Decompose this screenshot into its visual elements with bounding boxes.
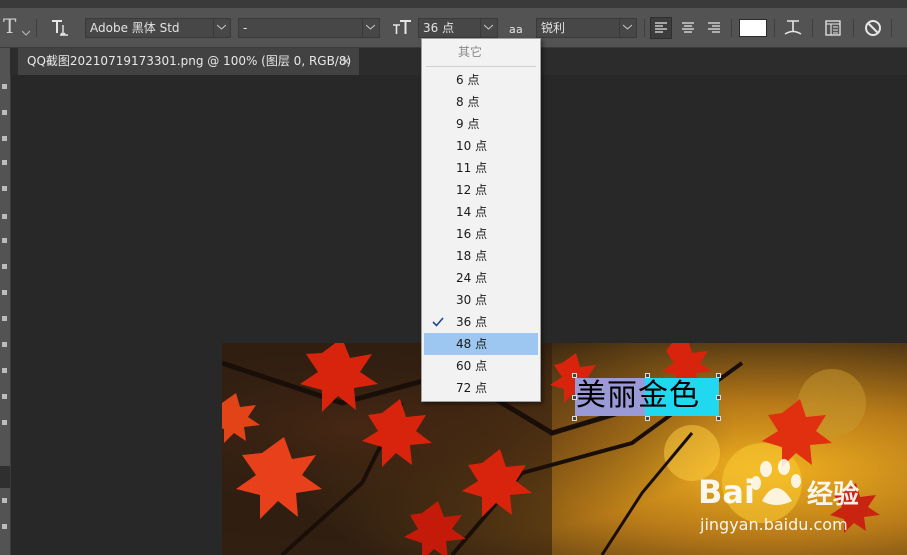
tool-button[interactable] (2, 290, 7, 295)
character-panel-icon[interactable] (823, 18, 843, 41)
menu-item-72[interactable]: 72 点 (424, 377, 538, 399)
tool-button[interactable] (2, 342, 7, 347)
type-tool-icon[interactable]: T (2, 14, 24, 40)
tool-button[interactable] (2, 160, 7, 165)
anti-alias-select[interactable]: 锐利 (536, 18, 637, 38)
canvas-text[interactable]: 美丽金色 (576, 376, 700, 416)
font-size-icon (392, 19, 412, 40)
transform-handle[interactable] (716, 395, 721, 400)
menu-item-60[interactable]: 60 点 (424, 355, 538, 377)
menu-item-8[interactable]: 8 点 (424, 91, 538, 113)
menu-item-24[interactable]: 24 点 (424, 267, 538, 289)
font-size-dropdown: 其它 6 点 8 点 9 点 10 点 11 点 12 点 14 点 16 点 … (421, 38, 541, 402)
font-style-select[interactable]: - (238, 18, 380, 38)
transform-handle[interactable] (645, 416, 650, 421)
tool-button[interactable] (2, 186, 7, 191)
menu-item-14[interactable]: 14 点 (424, 201, 538, 223)
text-color-swatch[interactable] (739, 19, 767, 37)
tool-button[interactable] (2, 238, 7, 243)
type-tool-button[interactable] (0, 466, 10, 488)
tool-button[interactable] (2, 394, 7, 399)
menu-item-11[interactable]: 11 点 (424, 157, 538, 179)
tool-button[interactable] (2, 264, 7, 269)
warp-text-icon[interactable] (783, 17, 803, 42)
anti-alias-icon: aa (509, 21, 527, 38)
font-size-select[interactable]: 36 点 (418, 18, 498, 38)
tool-button[interactable] (2, 84, 7, 89)
menu-item-48[interactable]: 48 点 (424, 333, 538, 355)
watermark-url: jingyan.baidu.com (700, 515, 848, 534)
transform-handle[interactable] (572, 373, 577, 378)
menu-item-10[interactable]: 10 点 (424, 135, 538, 157)
anti-alias-value: 锐利 (541, 21, 566, 35)
transform-handle[interactable] (716, 416, 721, 421)
menu-item-36-row[interactable]: 36 点 (424, 311, 538, 333)
menu-item-18[interactable]: 18 点 (424, 245, 538, 267)
svg-text:a: a (516, 23, 523, 35)
tool-button[interactable] (2, 110, 7, 115)
align-center-button[interactable] (677, 17, 699, 39)
cancel-icon[interactable] (863, 18, 883, 41)
tool-button[interactable] (2, 316, 7, 321)
close-icon[interactable]: × (341, 48, 351, 74)
document-tab-title: QQ截图20210719173301.png @ 100% (图层 0, RGB… (27, 54, 352, 68)
align-left-button[interactable] (650, 17, 672, 39)
chevron-down-icon[interactable] (480, 19, 497, 37)
text-layer-box[interactable]: 美丽金色 (572, 373, 721, 421)
watermark-brand-text: Bai (698, 473, 755, 511)
font-family-value: Adobe 黑体 Std (90, 21, 180, 35)
svg-text:T: T (3, 15, 17, 37)
watermark-brand: Bai 经验 (698, 473, 859, 511)
menu-header-other: 其它 (458, 45, 483, 59)
chevron-down-icon[interactable] (362, 19, 379, 37)
document-tab[interactable]: QQ截图20210719173301.png @ 100% (图层 0, RGB… (18, 48, 359, 75)
font-family-select[interactable]: Adobe 黑体 Std (85, 18, 231, 38)
chevron-down-icon[interactable] (213, 19, 230, 37)
tools-panel (0, 48, 11, 555)
font-style-value: - (243, 21, 248, 35)
text-orientation-icon[interactable] (50, 18, 70, 41)
tool-button[interactable] (2, 136, 7, 141)
menu-item-30[interactable]: 30 点 (424, 289, 538, 311)
chevron-down-icon[interactable] (619, 19, 636, 37)
tool-preset-chevron-icon[interactable] (21, 25, 31, 39)
menu-item-6[interactable]: 6 点 (424, 69, 538, 91)
menu-item-16[interactable]: 16 点 (424, 223, 538, 245)
transform-handle[interactable] (572, 395, 577, 400)
align-right-button[interactable] (703, 17, 725, 39)
transform-handle[interactable] (716, 373, 721, 378)
svg-text:a: a (509, 23, 516, 35)
tool-button[interactable] (2, 524, 7, 529)
tool-button[interactable] (2, 498, 7, 503)
menu-item-12[interactable]: 12 点 (424, 179, 538, 201)
menu-separator (426, 66, 536, 67)
align-left-icon (655, 22, 667, 33)
menu-item-9[interactable]: 9 点 (424, 113, 538, 135)
align-center-icon (682, 22, 694, 33)
transform-handle[interactable] (645, 373, 650, 378)
transform-handle[interactable] (572, 416, 577, 421)
tool-button[interactable] (2, 420, 7, 425)
tool-button[interactable] (2, 214, 7, 219)
font-size-value: 36 点 (423, 21, 455, 35)
tool-button[interactable] (2, 368, 7, 373)
watermark-brand-suffix: 经验 (806, 480, 859, 510)
menu-item-36: 36 点 (456, 315, 488, 329)
align-right-icon (708, 22, 720, 33)
baidu-watermark: Bai 经验 jingyan.baidu.com (698, 459, 903, 555)
